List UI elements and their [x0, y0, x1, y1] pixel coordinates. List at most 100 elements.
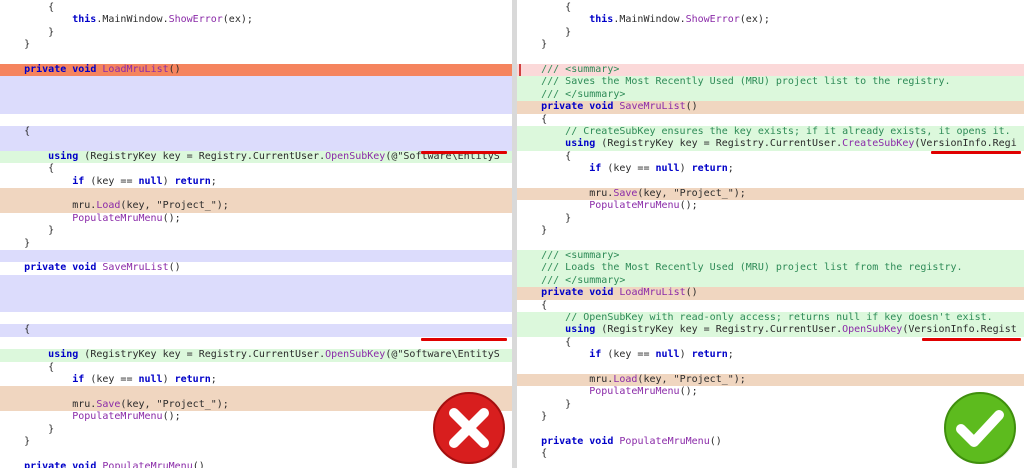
left-code-pane: { this.MainWindow.ShowError(ex); } } pri… [0, 0, 512, 468]
code-line: /// <summary> [517, 250, 1024, 262]
code-line: { [0, 324, 512, 336]
code-token: ShowError [685, 14, 740, 26]
code-token: void [72, 262, 97, 274]
code-token: void [589, 287, 614, 299]
code-token: { [0, 126, 31, 137]
code-token: null [138, 374, 163, 385]
code-token: Load [96, 200, 121, 212]
code-token: (); [162, 212, 181, 224]
code-line: { [0, 163, 512, 175]
code-token: /// <summary> [541, 64, 620, 75]
code-token: using [48, 150, 79, 162]
code-token: /// Loads the Most Recently Used (MRU) p… [541, 262, 963, 274]
code-token: () [709, 436, 722, 447]
code-line: PopulateMruMenu(); [517, 200, 1024, 212]
code-token: // CreateSubKey ensures the key exists; … [565, 126, 1011, 137]
code-token: ShowError [168, 14, 223, 26]
code-token: (key == [601, 163, 656, 175]
code-token: ; [727, 349, 734, 361]
code-token: OpenSubKey [325, 150, 386, 162]
code-token: () [168, 64, 181, 75]
code-line: PopulateMruMenu(); [517, 386, 1024, 398]
code-token: .MainWindow. [613, 14, 686, 26]
code-token: if [589, 349, 602, 361]
code-token: this [72, 14, 97, 26]
code-line: mru.Load(key, "Project_"); [517, 374, 1024, 386]
code-token: () [685, 101, 698, 113]
code-token: (key == [601, 349, 656, 361]
code-token: mru. [517, 374, 614, 385]
right-underline-1 [931, 151, 1021, 154]
code-token: return [691, 349, 728, 361]
code-token: if [72, 175, 85, 187]
code-token: (key, "Project_"); [120, 200, 229, 212]
code-token: } [517, 26, 572, 38]
code-token: } [0, 39, 31, 51]
right-code-pane: { this.MainWindow.ShowError(ex); } } ///… [517, 0, 1024, 468]
code-token: { [517, 448, 548, 460]
code-token: PopulateMruMenu [72, 411, 163, 423]
code-line: /// </summary> [517, 275, 1024, 287]
left-underline-2 [421, 338, 507, 341]
code-token: void [589, 101, 614, 113]
code-line: /// <summary> [517, 64, 1024, 76]
code-line: private void LoadMruList() [517, 287, 1024, 299]
code-line: private void SaveMruList() [0, 262, 512, 274]
code-token: mru. [0, 200, 97, 212]
code-token: private [541, 436, 584, 447]
code-token: using [565, 138, 596, 150]
code-token: null [655, 349, 680, 361]
code-token: return [174, 175, 211, 187]
code-token: Save [96, 398, 121, 410]
code-token: if [589, 163, 602, 175]
code-token: ) [162, 374, 175, 385]
code-token: (); [162, 411, 181, 423]
code-token: ; [210, 374, 217, 385]
code-line: { [517, 300, 1024, 312]
code-token: { [0, 361, 55, 373]
code-token: } [517, 411, 548, 423]
code-token: () [685, 287, 698, 299]
code-line: { [0, 362, 512, 374]
code-token: void [589, 436, 614, 447]
code-line: if (key == null) return; [517, 163, 1024, 175]
code-token: } [517, 212, 572, 224]
code-line: if (key == null) return; [0, 374, 512, 386]
code-token: (RegistryKey key = Registry.CurrentUser. [78, 349, 326, 361]
code-line: this.MainWindow.ShowError(ex); [517, 14, 1024, 26]
code-token: using [48, 349, 79, 361]
code-token: PopulateMruMenu [102, 460, 193, 468]
code-token: LoadMruList [619, 287, 686, 299]
code-line: // CreateSubKey ensures the key exists; … [517, 126, 1024, 138]
code-token: private [24, 262, 67, 274]
code-token: (key == [84, 374, 139, 385]
code-token: } [0, 237, 31, 249]
code-line: { [0, 126, 512, 138]
code-token: { [0, 163, 55, 175]
code-token: (RegistryKey key = Registry.CurrentUser. [595, 138, 843, 150]
code-token: (key, "Project_"); [120, 398, 229, 410]
code-token: { [517, 150, 572, 162]
code-token: // OpenSubKey with read-only access; ret… [565, 312, 993, 323]
code-token: return [691, 163, 728, 175]
code-line: private void PopulateMruMenu() [0, 461, 512, 468]
code-line: if (key == null) return; [0, 176, 512, 188]
